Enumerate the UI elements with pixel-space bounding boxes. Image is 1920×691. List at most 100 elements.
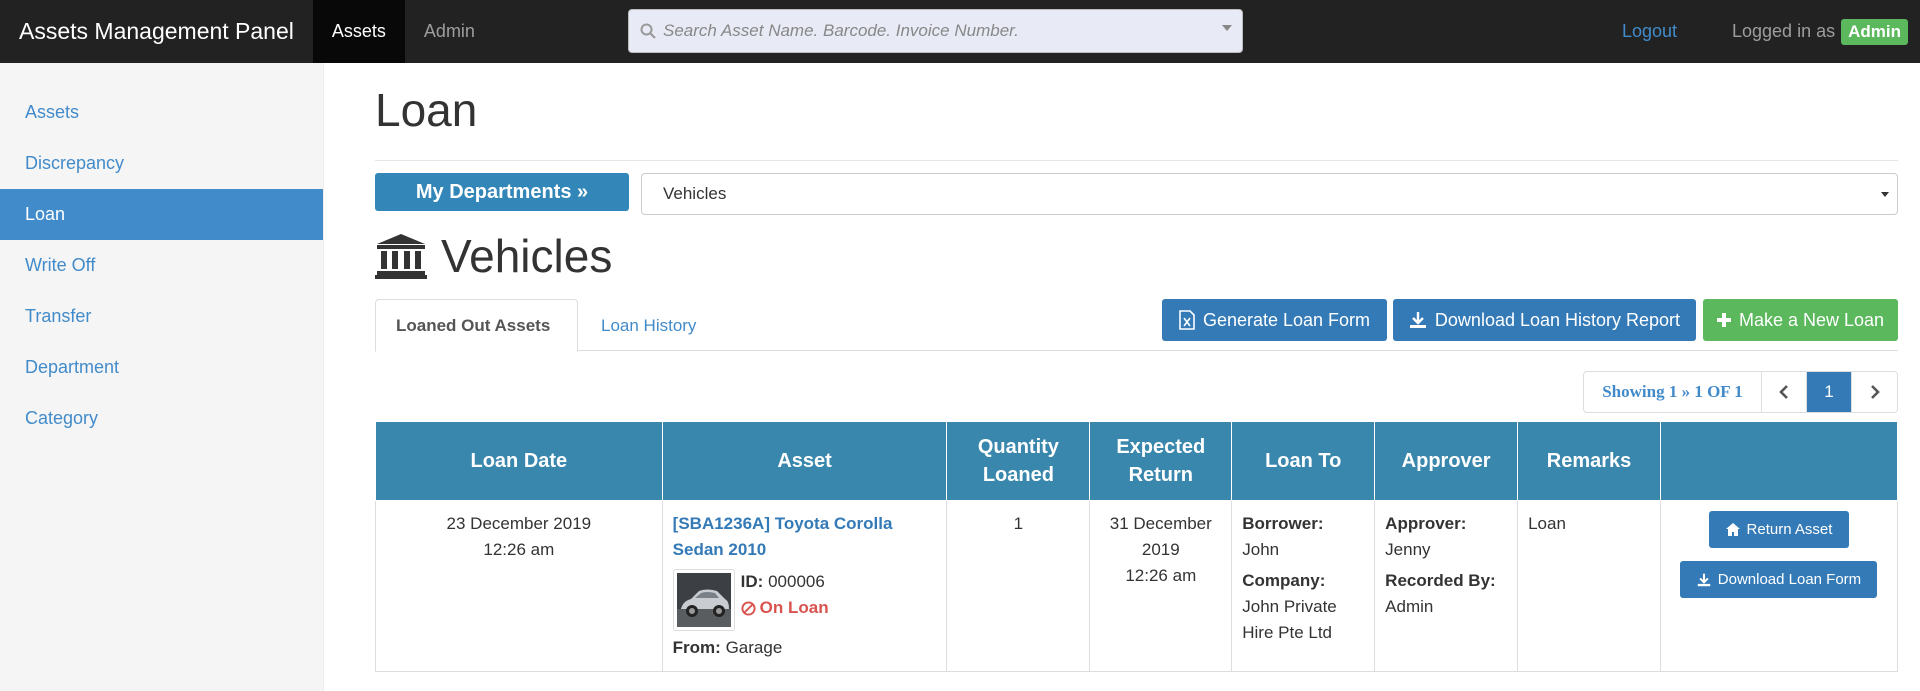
download-icon — [1697, 573, 1710, 586]
chevron-right-icon — [1870, 385, 1880, 399]
page-1-button[interactable]: 1 — [1807, 372, 1852, 412]
home-icon — [1725, 523, 1740, 536]
pagination: Showing 1 » 1 OF 1 1 — [1583, 371, 1898, 413]
return-asset-label: Return Asset — [1746, 521, 1833, 538]
make-new-loan-button[interactable]: Make a New Loan — [1703, 299, 1898, 341]
return-date-line-2: 2019 — [1141, 540, 1180, 559]
search-icon — [640, 23, 656, 39]
table-row: 23 December 2019 12:26 am [SBA1236A] Toy… — [375, 500, 1899, 672]
department-select-value: Vehicles — [663, 184, 727, 203]
asset-id-value: 000006 — [768, 572, 825, 591]
recorded-by-label: Recorded By: — [1385, 571, 1496, 590]
download-loan-history-button[interactable]: Download Loan History Report — [1393, 299, 1696, 341]
my-departments-button[interactable]: My Departments » — [375, 173, 629, 211]
asset-location: From: Garage — [673, 635, 937, 661]
return-date-line-1: 31 December — [1109, 514, 1212, 533]
header-asset[interactable]: Asset — [661, 421, 948, 501]
cell-loan-to: Borrower: John Company: John Private Hir… — [1231, 500, 1376, 672]
approver-label: Approver: — [1385, 514, 1467, 533]
loan-time-text: 12:26 am — [483, 540, 555, 559]
cell-loan-date: 23 December 2019 12:26 am — [375, 500, 663, 672]
asset-thumbnail[interactable] — [672, 569, 735, 631]
department-selector-row: My Departments » Vehicles — [375, 173, 1898, 215]
from-label: From: — [672, 638, 721, 657]
search-input[interactable] — [663, 21, 1203, 41]
generate-loan-form-button[interactable]: Generate Loan Form — [1162, 299, 1387, 341]
department-select[interactable]: Vehicles — [641, 173, 1898, 215]
header-quantity-loaned[interactable]: Quantity Loaned — [946, 421, 1091, 501]
institution-icon — [375, 234, 427, 279]
next-page-button[interactable] — [1852, 372, 1897, 412]
prev-page-button[interactable] — [1762, 372, 1807, 412]
borrower-value: John — [1242, 540, 1280, 559]
download-icon — [1409, 312, 1426, 328]
loan-date-text: 23 December 2019 — [446, 514, 592, 533]
return-asset-button[interactable]: Return Asset — [1708, 511, 1849, 548]
cell-quantity: 1 — [946, 500, 1091, 672]
department-title: Vehicles — [441, 230, 613, 282]
return-time: 12:26 am — [1125, 566, 1197, 585]
sidebar-item-loan[interactable]: Loan — [0, 189, 323, 240]
chevron-down-icon[interactable] — [1222, 25, 1232, 31]
nav-tab-admin[interactable]: Admin — [405, 0, 494, 63]
cell-expected-return: 31 December 2019 12:26 am — [1089, 500, 1233, 672]
nav-tab-assets[interactable]: Assets — [312, 0, 405, 63]
header-loan-date[interactable]: Loan Date — [375, 421, 663, 501]
tab-loan-history[interactable]: Loan History — [581, 299, 716, 352]
asset-id: ID: 000006 — [741, 569, 829, 595]
header-remarks[interactable]: Remarks — [1517, 421, 1661, 501]
cell-actions: Return Asset Download Loan Form — [1659, 500, 1899, 672]
make-new-loan-label: Make a New Loan — [1738, 309, 1885, 330]
download-loan-form-button[interactable]: Download Loan Form — [1680, 561, 1878, 598]
cell-asset: [SBA1236A] Toyota Corolla Sedan 2010 ID:… — [661, 500, 948, 672]
main-content: Loan My Departments » Vehicles Vehicles … — [375, 63, 1899, 672]
title-divider — [375, 160, 1898, 161]
logged-in-label: Logged in as — [1732, 21, 1836, 41]
cell-remarks: Loan — [1517, 500, 1661, 672]
pagination-info: Showing 1 » 1 OF 1 — [1584, 372, 1762, 412]
from-value: Garage — [725, 638, 783, 657]
search-box[interactable] — [628, 9, 1243, 53]
ban-icon — [741, 600, 756, 616]
plus-icon — [1716, 313, 1731, 327]
header-actions — [1659, 421, 1899, 501]
header-expected-return[interactable]: Expected Return — [1089, 421, 1233, 501]
sidebar-item-discrepancy[interactable]: Discrepancy — [0, 138, 323, 189]
download-loan-form-label: Download Loan Form — [1717, 571, 1862, 588]
asset-meta: ID: 000006 On Loan — [741, 569, 829, 631]
sidebar-item-assets[interactable]: Assets — [0, 87, 323, 138]
sidebar-item-transfer[interactable]: Transfer — [0, 291, 323, 342]
file-excel-icon — [1179, 310, 1195, 330]
company-value: John Private Hire Pte Ltd — [1242, 597, 1337, 642]
company-label: Company: — [1242, 571, 1326, 590]
generate-loan-form-label: Generate Loan Form — [1202, 309, 1371, 330]
status-text: On Loan — [759, 598, 829, 617]
sidebar: Assets Discrepancy Loan Write Off Transf… — [0, 63, 324, 691]
brand-title[interactable]: Assets Management Panel — [0, 0, 313, 63]
loan-table: Loan Date Asset Quantity Loaned Expected… — [375, 421, 1899, 672]
car-image — [676, 573, 731, 627]
asset-details: ID: 000006 On Loan — [672, 569, 937, 631]
header-approver[interactable]: Approver — [1374, 421, 1519, 501]
approver-value: Jenny — [1385, 540, 1431, 559]
sidebar-item-write-off[interactable]: Write Off — [0, 240, 323, 291]
asset-link[interactable]: [SBA1236A] Toyota Corolla Sedan 2010 — [673, 511, 937, 563]
status-badge: On Loan — [741, 595, 829, 621]
logged-in-status: Logged in as Admin — [1732, 0, 1908, 63]
sidebar-item-department[interactable]: Department — [0, 342, 323, 393]
cell-approver: Approver: Jenny Recorded By: Admin — [1374, 500, 1519, 672]
header-loan-to[interactable]: Loan To — [1231, 421, 1376, 501]
download-loan-history-label: Download Loan History Report — [1434, 309, 1681, 330]
asset-id-label: ID: — [740, 572, 764, 591]
recorded-by-value: Admin — [1385, 597, 1434, 616]
table-header-row: Loan Date Asset Quantity Loaned Expected… — [375, 421, 1899, 501]
sidebar-item-category[interactable]: Category — [0, 393, 323, 444]
page-title: Loan — [375, 84, 478, 136]
department-heading: Vehicles — [375, 225, 612, 287]
borrower-label: Borrower: — [1242, 514, 1324, 533]
tab-loaned-out-assets[interactable]: Loaned Out Assets — [375, 299, 578, 352]
top-navbar: Assets Management Panel Assets Admin Log… — [0, 0, 1920, 63]
chevron-left-icon — [1779, 385, 1788, 399]
user-badge: Admin — [1841, 18, 1908, 45]
logout-link[interactable]: Logout — [1622, 0, 1677, 63]
